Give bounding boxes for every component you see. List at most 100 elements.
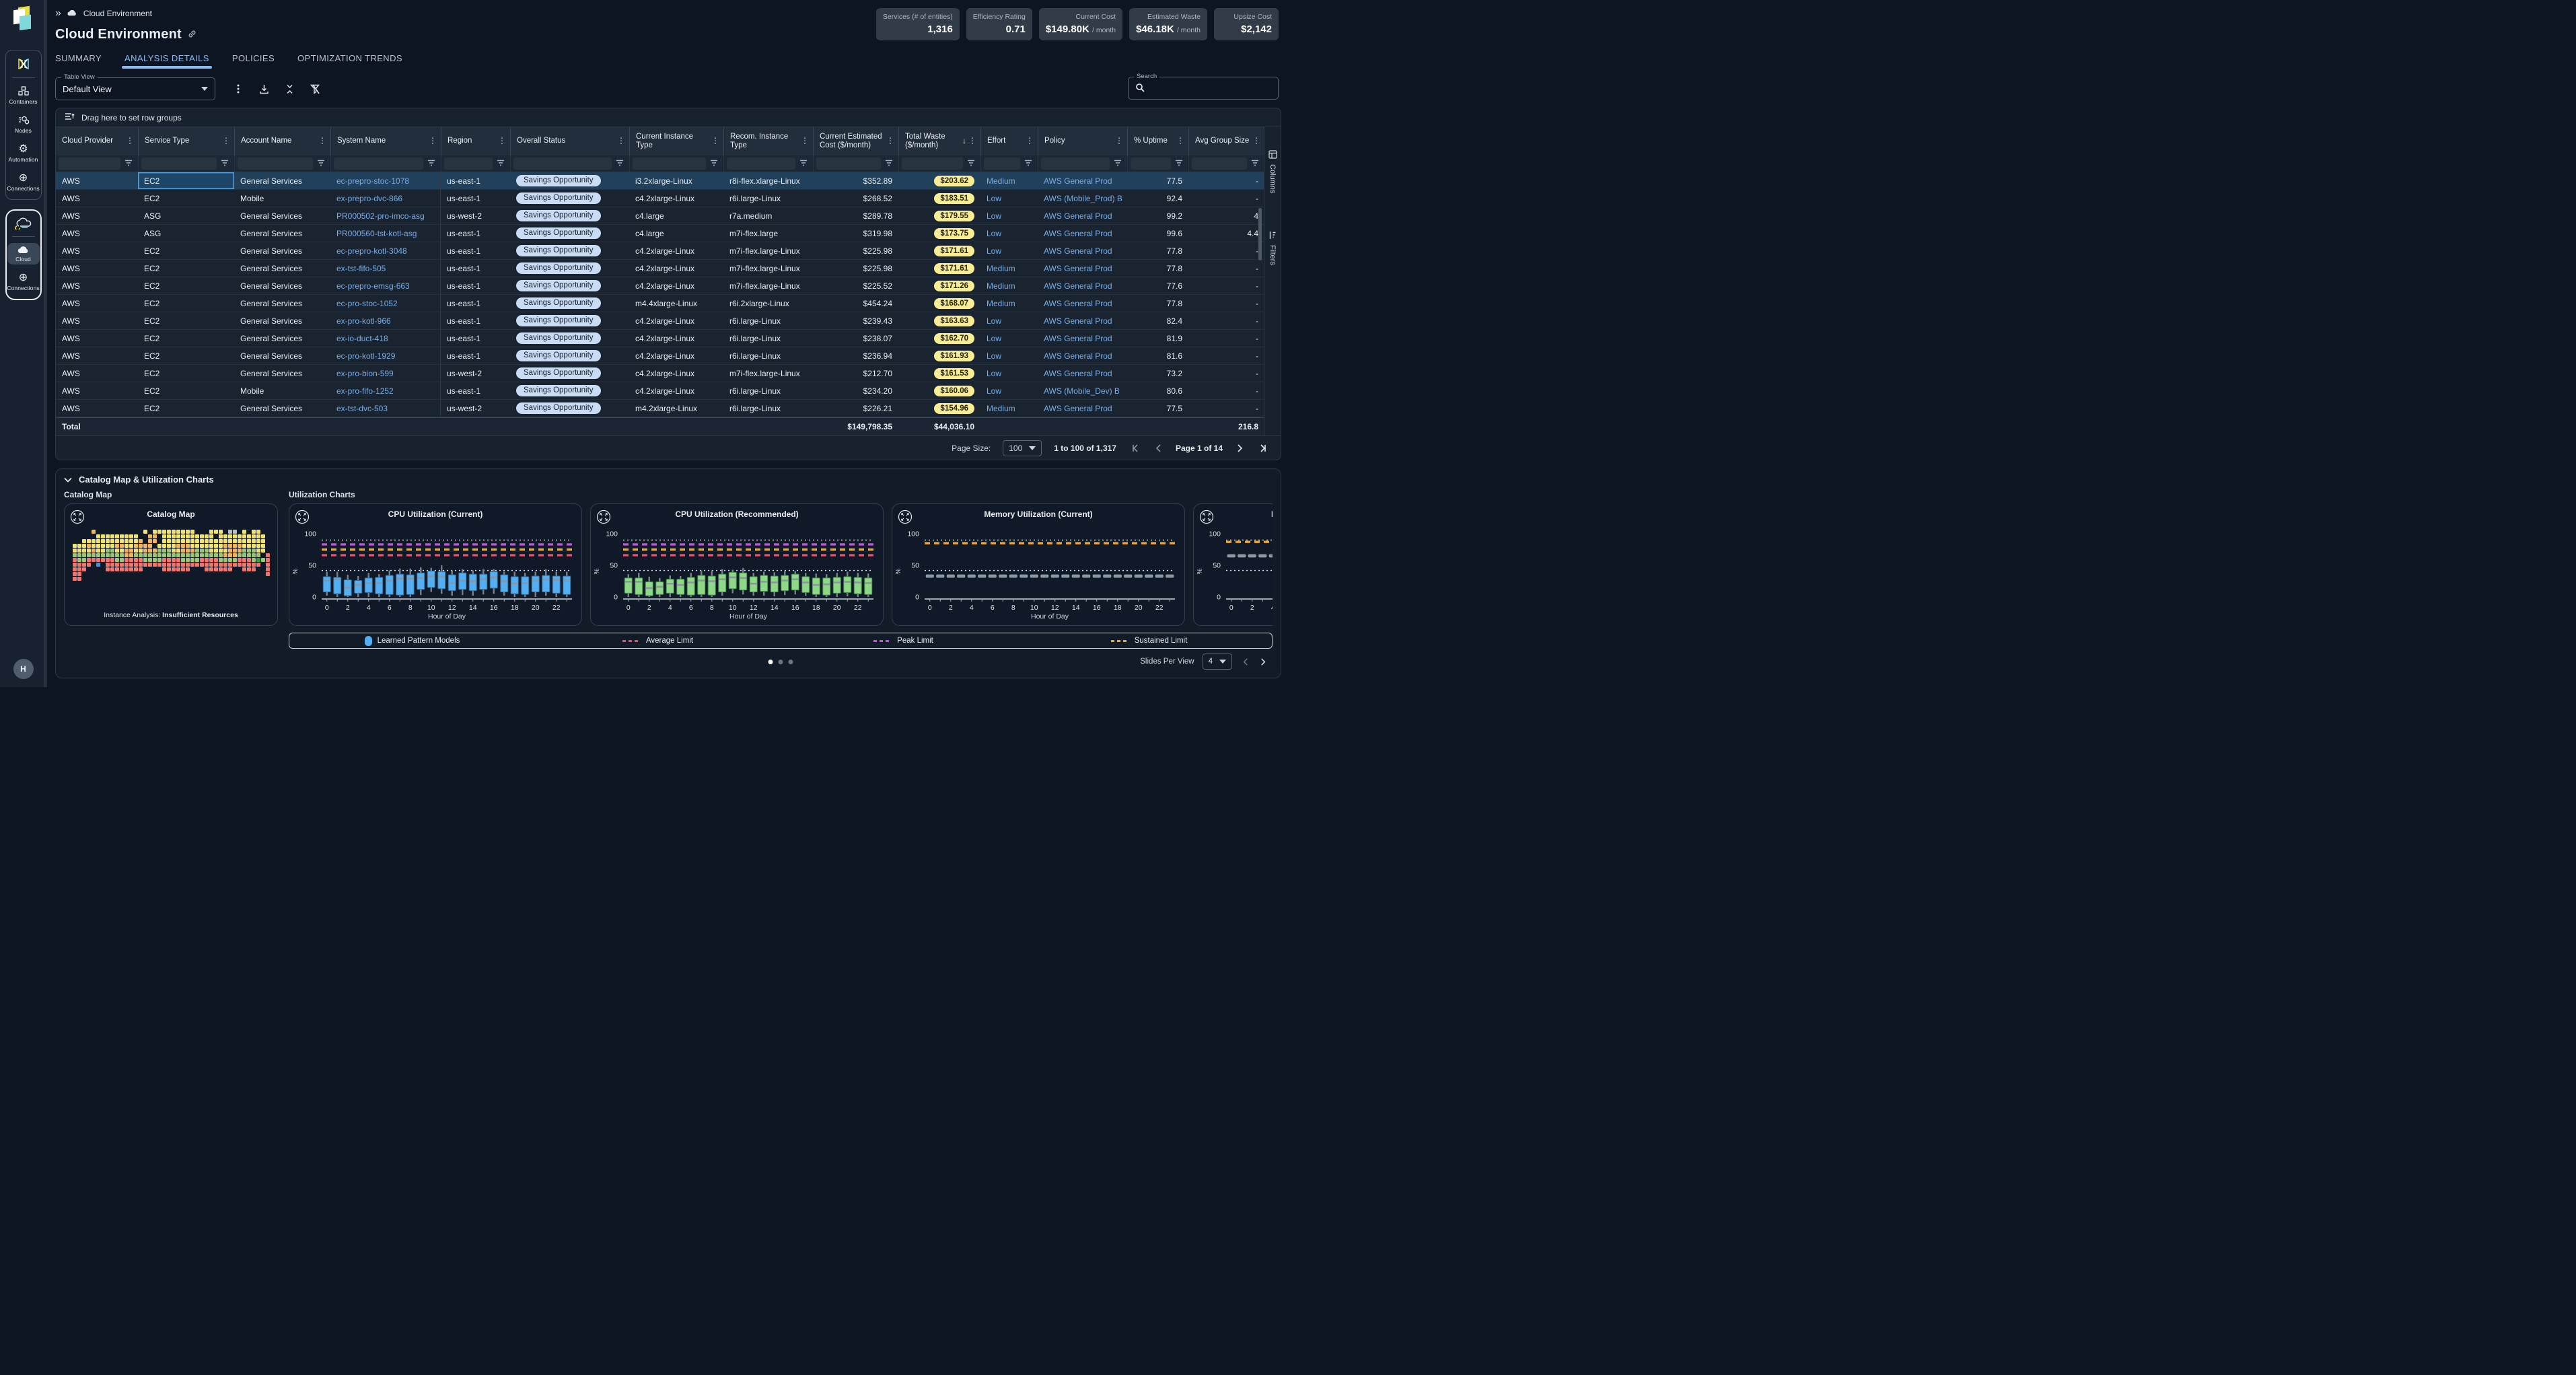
table-row[interactable]: AWSEC2Mobileex-pro-fifo-1252us-east-1Sav… bbox=[56, 382, 1264, 400]
cell-link[interactable]: Low bbox=[987, 334, 1001, 343]
column-header[interactable]: Recom. Instance Type⋮ bbox=[723, 127, 813, 155]
chevron-down-icon[interactable] bbox=[64, 474, 72, 485]
filter-input[interactable] bbox=[727, 157, 795, 170]
filter-funnel-icon[interactable] bbox=[317, 159, 325, 168]
legend-item[interactable]: Average Limit bbox=[535, 637, 781, 645]
densify-logo[interactable] bbox=[12, 7, 35, 31]
filter-funnel-icon[interactable] bbox=[1251, 159, 1259, 168]
filter-input[interactable] bbox=[238, 157, 313, 170]
sidebar-item-nodes[interactable]: Nodes bbox=[7, 113, 40, 136]
sidebar-expand-icon[interactable]: » bbox=[55, 9, 61, 17]
download-button[interactable] bbox=[257, 82, 271, 96]
filter-input[interactable] bbox=[816, 157, 881, 170]
cell-link[interactable]: Low bbox=[987, 229, 1001, 238]
collapse-rows-button[interactable] bbox=[283, 82, 296, 96]
filter-funnel-icon[interactable] bbox=[616, 159, 624, 168]
table-view-select[interactable]: Table View Default View bbox=[55, 77, 215, 100]
cell-link[interactable]: AWS General Prod bbox=[1044, 369, 1112, 378]
table-row[interactable]: AWSEC2Mobileex-prepro-dvc-866us-east-1Sa… bbox=[56, 190, 1264, 207]
filter-input[interactable] bbox=[141, 157, 217, 170]
column-header[interactable]: Effort⋮ bbox=[980, 127, 1038, 155]
tab-summary[interactable]: SUMMARY bbox=[55, 53, 102, 69]
filter-input[interactable] bbox=[513, 157, 612, 170]
column-header[interactable]: Total Waste ($/month)↓⋮ bbox=[898, 127, 980, 155]
cell-link[interactable]: AWS (Mobile_Dev) B bbox=[1044, 386, 1120, 396]
cell-link[interactable]: Low bbox=[987, 316, 1001, 326]
sidebar-item-cloud[interactable]: Cloud bbox=[7, 243, 40, 265]
tab-optimization-trends[interactable]: OPTIMIZATION TRENDS bbox=[297, 53, 402, 69]
filter-input[interactable] bbox=[334, 157, 423, 170]
vertical-scrollbar[interactable] bbox=[1258, 208, 1262, 260]
containers-suite-icon[interactable] bbox=[16, 56, 31, 71]
column-header[interactable]: Policy⋮ bbox=[1038, 127, 1127, 155]
expand-icon[interactable] bbox=[295, 509, 310, 524]
clear-filters-button[interactable] bbox=[308, 82, 323, 96]
table-row[interactable]: AWSEC2General Servicesex-pro-kotl-966us-… bbox=[56, 312, 1264, 330]
cell-link[interactable]: Medium bbox=[987, 281, 1015, 291]
filter-funnel-icon[interactable] bbox=[221, 159, 229, 168]
cell-link[interactable]: PR000560-tst-kotl-asg bbox=[336, 229, 417, 238]
sidebar-item-connections-2[interactable]: ⊕ Connections bbox=[7, 271, 40, 293]
cell-link[interactable]: ex-io-duct-418 bbox=[336, 334, 388, 343]
cell-link[interactable]: AWS (Mobile_Prod) B bbox=[1044, 194, 1122, 203]
side-tab-columns[interactable]: Columns bbox=[1268, 150, 1277, 193]
legend-item[interactable]: Peak Limit bbox=[781, 637, 1026, 645]
filter-input[interactable] bbox=[1192, 157, 1247, 170]
cell-link[interactable]: Medium bbox=[987, 176, 1015, 186]
column-filter-cell[interactable] bbox=[441, 155, 510, 172]
filter-input[interactable] bbox=[59, 157, 120, 170]
filter-funnel-icon[interactable] bbox=[967, 159, 975, 168]
filter-input[interactable] bbox=[1041, 157, 1110, 170]
expand-icon[interactable] bbox=[1199, 509, 1214, 524]
cell-link[interactable]: ec-prepro-emsg-663 bbox=[336, 281, 410, 291]
column-menu-icon[interactable]: ⋮ bbox=[801, 137, 809, 146]
cell-link[interactable]: ex-tst-fifo-505 bbox=[336, 264, 386, 273]
table-row[interactable]: AWSASGGeneral ServicesPR000560-tst-kotl-… bbox=[56, 225, 1264, 242]
filter-funnel-icon[interactable] bbox=[885, 159, 893, 168]
expand-icon[interactable] bbox=[898, 509, 913, 524]
cell-link[interactable]: AWS General Prod bbox=[1044, 299, 1112, 308]
more-options-button[interactable] bbox=[231, 82, 245, 96]
cell-link[interactable]: AWS General Prod bbox=[1044, 229, 1112, 238]
sidebar-item-connections-1[interactable]: ⊕ Connections bbox=[7, 171, 40, 194]
table-row[interactable]: AWSEC2General Servicesec-pro-kotl-1929us… bbox=[56, 347, 1264, 365]
cell-link[interactable]: Low bbox=[987, 386, 1001, 396]
table-row[interactable]: AWSEC2General Servicesec-prepro-stoc-107… bbox=[56, 172, 1264, 190]
first-page-button[interactable] bbox=[1129, 442, 1141, 454]
page-size-select[interactable]: 100 bbox=[1003, 440, 1042, 456]
column-menu-icon[interactable]: ⋮ bbox=[1176, 137, 1184, 146]
cell-link[interactable]: ec-pro-kotl-1929 bbox=[336, 351, 395, 361]
column-header[interactable]: Overall Status⋮ bbox=[510, 127, 629, 155]
sidebar-item-containers[interactable]: Containers bbox=[7, 84, 40, 107]
filter-funnel-icon[interactable] bbox=[710, 159, 718, 168]
search-input[interactable] bbox=[1150, 83, 1258, 93]
filter-funnel-icon[interactable] bbox=[799, 159, 808, 168]
filter-input[interactable] bbox=[902, 157, 963, 170]
column-menu-icon[interactable]: ⋮ bbox=[1026, 137, 1034, 146]
column-header[interactable]: Avg Group Size⋮ bbox=[1188, 127, 1264, 155]
cell-link[interactable]: PR000502-pro-imco-asg bbox=[336, 211, 425, 221]
table-row[interactable]: AWSEC2General Servicesex-tst-dvc-503us-w… bbox=[56, 400, 1264, 417]
column-menu-icon[interactable]: ⋮ bbox=[318, 137, 326, 146]
cloud-suite-icon[interactable] bbox=[15, 216, 32, 230]
table-row[interactable]: AWSEC2General Servicesex-io-duct-418us-e… bbox=[56, 330, 1264, 347]
table-row[interactable]: AWSEC2General Servicesec-prepro-kotl-304… bbox=[56, 242, 1264, 260]
column-menu-icon[interactable]: ⋮ bbox=[1115, 137, 1123, 146]
column-filter-cell[interactable] bbox=[510, 155, 629, 172]
column-filter-cell[interactable] bbox=[234, 155, 330, 172]
next-page-button[interactable] bbox=[1235, 442, 1246, 454]
column-filter-cell[interactable] bbox=[813, 155, 898, 172]
column-filter-cell[interactable] bbox=[980, 155, 1038, 172]
filter-input[interactable] bbox=[984, 157, 1020, 170]
sidebar-item-automation[interactable]: ⚙ Automation bbox=[7, 142, 40, 165]
breadcrumb-label[interactable]: Cloud Environment bbox=[83, 9, 152, 18]
filter-input[interactable] bbox=[633, 157, 706, 170]
column-menu-icon[interactable]: ⋮ bbox=[222, 137, 230, 146]
table-row[interactable]: AWSEC2General Servicesec-prepro-emsg-663… bbox=[56, 277, 1264, 295]
column-filter-cell[interactable] bbox=[1038, 155, 1127, 172]
column-menu-icon[interactable]: ⋮ bbox=[617, 137, 625, 146]
column-filter-cell[interactable] bbox=[1127, 155, 1188, 172]
filter-input[interactable] bbox=[1131, 157, 1171, 170]
cell-link[interactable]: ec-pro-stoc-1052 bbox=[336, 299, 398, 308]
side-tab-filters[interactable]: Filters bbox=[1268, 231, 1277, 265]
